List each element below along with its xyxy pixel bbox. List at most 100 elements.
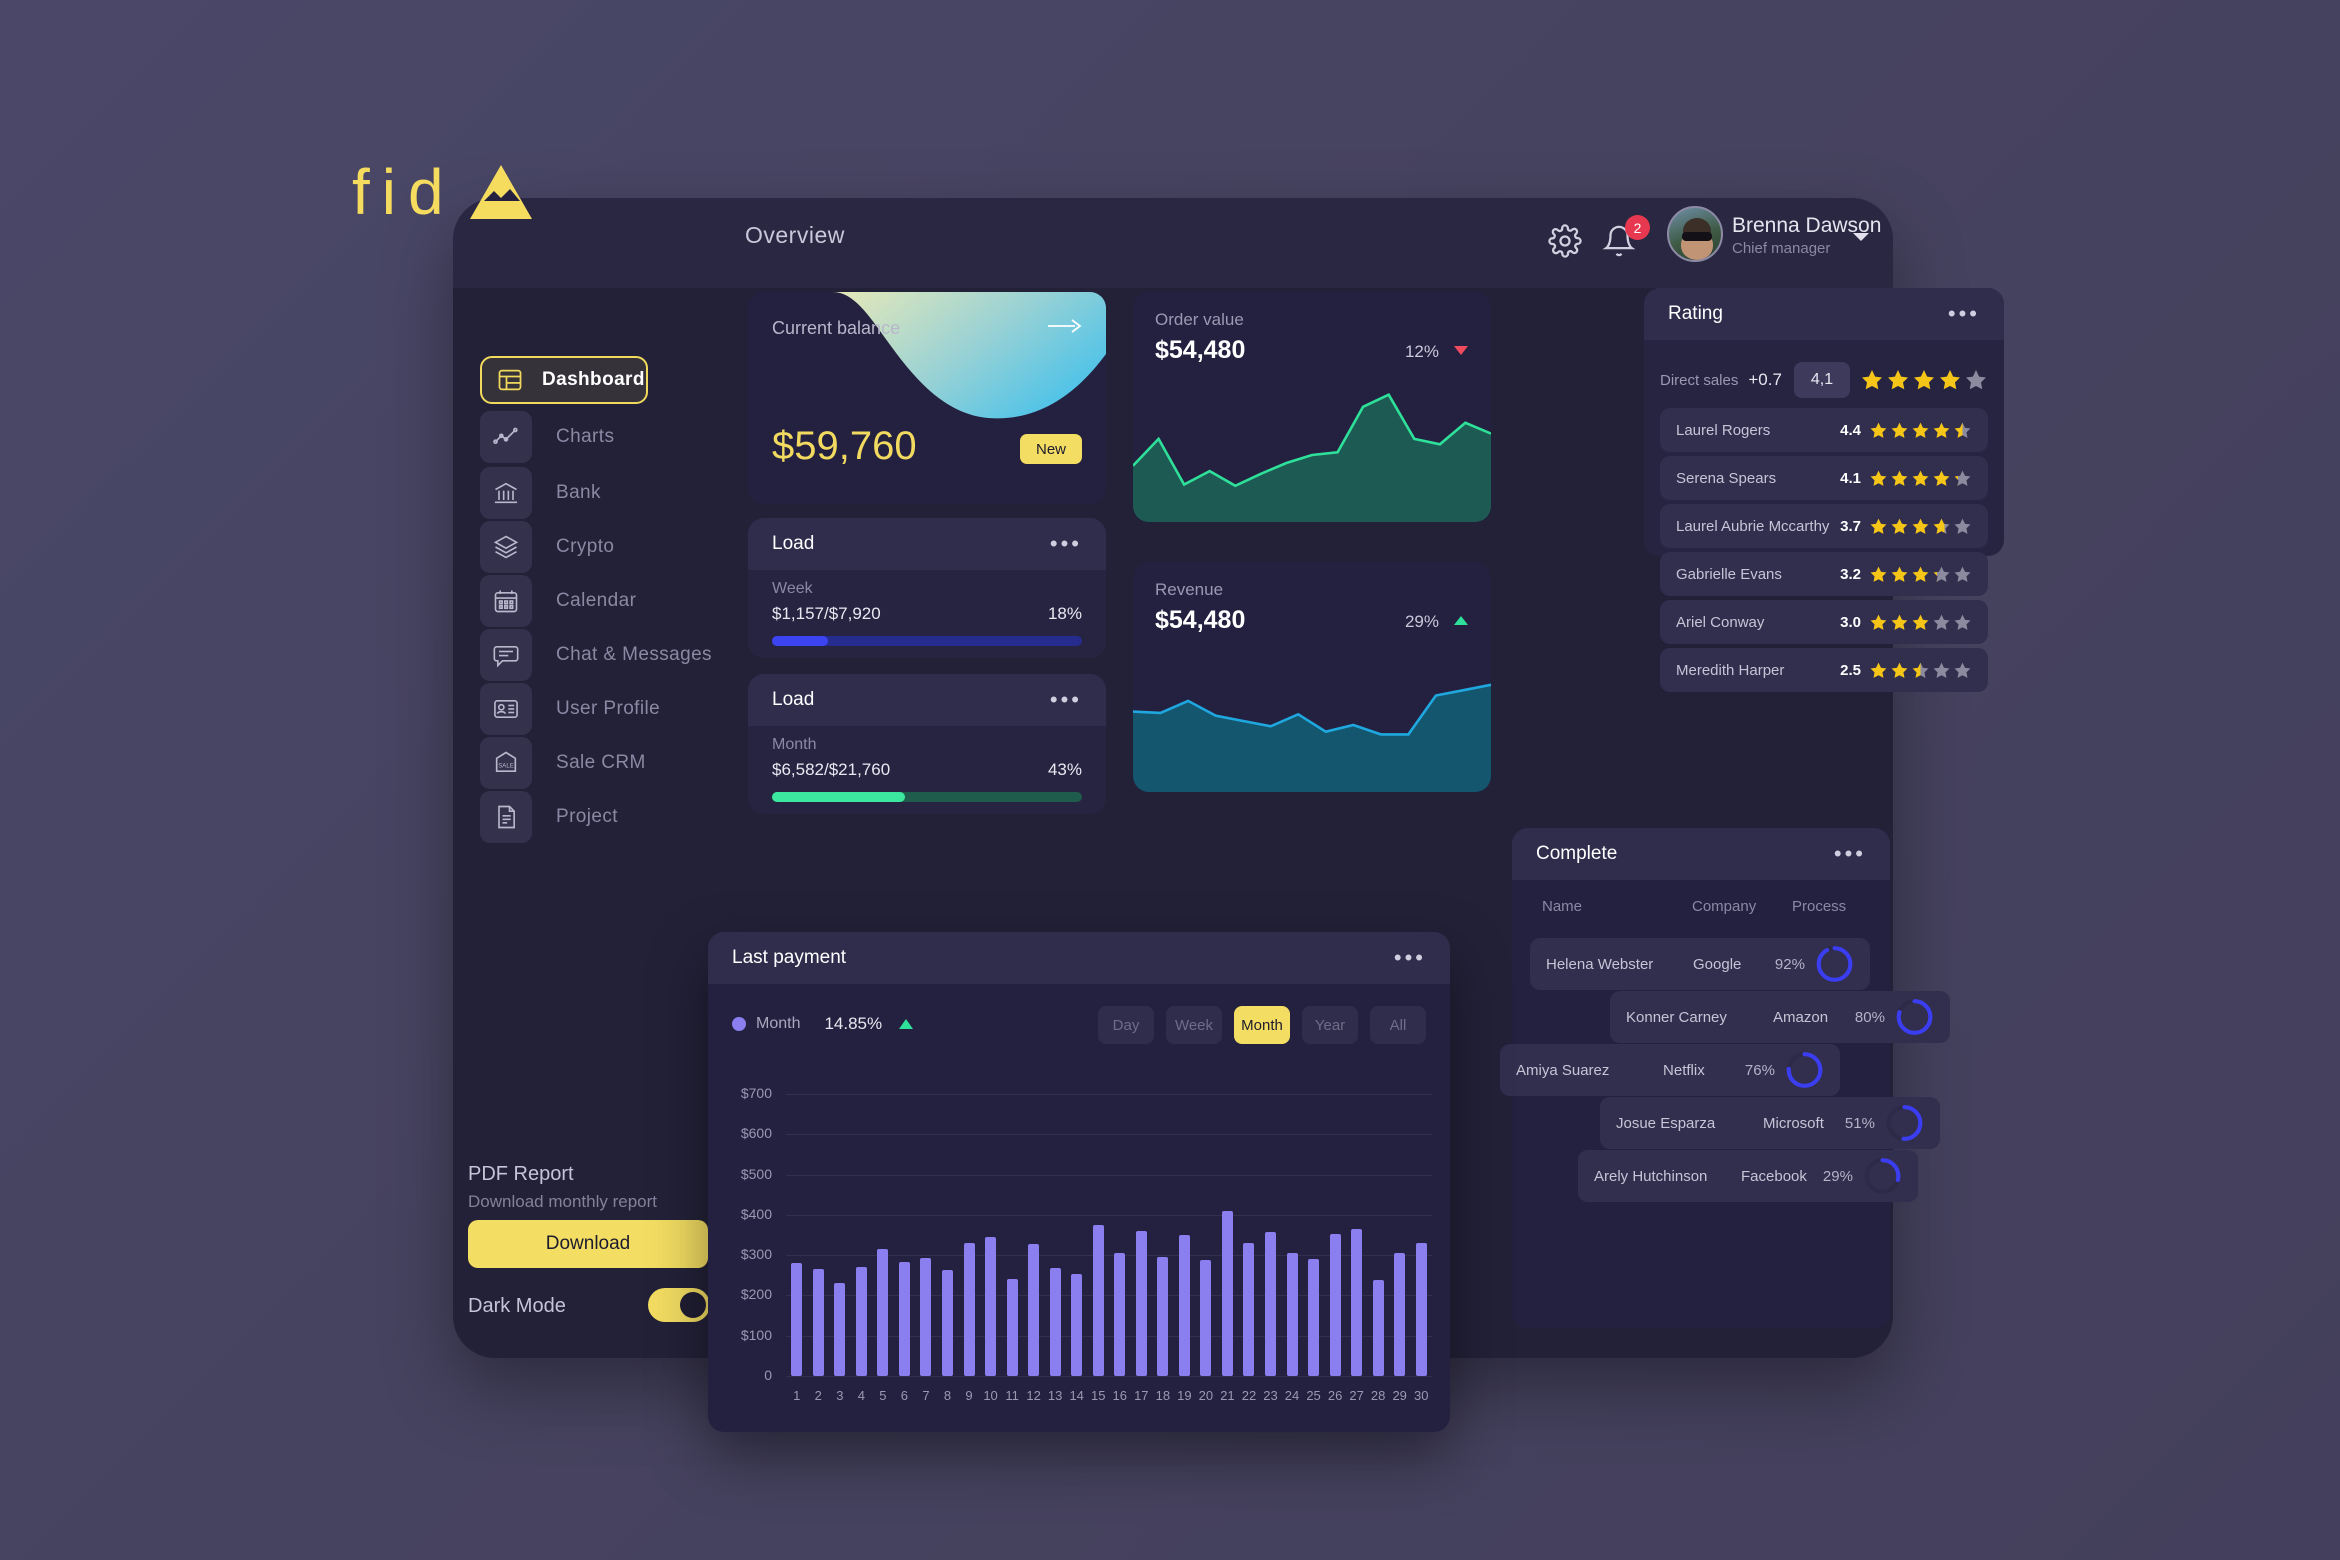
bar[interactable] (898, 1262, 910, 1376)
range-tab-week[interactable]: Week (1166, 1006, 1222, 1044)
balance-new-badge[interactable]: New (1020, 434, 1082, 464)
load-value: $1,157/$7,920 (772, 604, 881, 623)
star-icon (1891, 566, 1908, 582)
rating-chip[interactable]: 4,1 (1794, 362, 1850, 398)
bar[interactable] (1265, 1231, 1276, 1376)
bar[interactable] (963, 1243, 975, 1376)
page-title: Overview (745, 222, 845, 248)
bar[interactable] (1243, 1243, 1255, 1376)
rating-row[interactable]: Ariel Conway 3.0 (1660, 600, 1988, 644)
complete-row[interactable]: Arely Hutchinson Facebook 29% (1578, 1150, 1918, 1202)
bar[interactable] (1178, 1235, 1190, 1376)
y-axis-label: $100 (740, 1326, 772, 1343)
star-icon (1933, 518, 1950, 534)
last-payment-range-tabs: Day Week Month Year All (1098, 1006, 1426, 1044)
star-icon (1891, 422, 1908, 438)
bar[interactable] (1329, 1234, 1341, 1376)
bar[interactable] (1135, 1230, 1147, 1376)
complete-row[interactable]: Josue Esparza Microsoft 51% (1600, 1097, 1940, 1149)
arrow-right-icon[interactable] (1048, 318, 1082, 334)
sidebar-item-dashboard[interactable]: Dashboard (480, 356, 648, 404)
bar[interactable] (920, 1257, 932, 1376)
grid-line (786, 1094, 1432, 1095)
range-tab-day[interactable]: Day (1098, 1006, 1154, 1044)
rating-row[interactable]: Gabrielle Evans 3.2 (1660, 552, 1988, 596)
sidebar-item-calendar[interactable]: Calendar (480, 574, 730, 628)
bar[interactable] (1308, 1259, 1320, 1376)
star-rating (1869, 613, 1972, 632)
complete-more-icon[interactable]: ••• (1834, 843, 1866, 865)
bar[interactable] (791, 1263, 803, 1376)
sidebar-item-crypto[interactable]: Crypto (480, 520, 730, 574)
star-icon (1891, 614, 1908, 630)
complete-column-headers: Name Company Process (1512, 898, 1890, 915)
star-icon (1966, 370, 1986, 390)
bar[interactable] (1006, 1279, 1018, 1376)
rating-row[interactable]: Serena Spears 4.1 (1660, 456, 1988, 500)
sidebar-item-chat-messages[interactable]: Chat & Messages (480, 628, 730, 682)
bar[interactable] (1157, 1257, 1169, 1376)
bar[interactable] (1114, 1253, 1126, 1376)
legend-value: 14.85% (824, 1014, 883, 1033)
rating-row[interactable]: Meredith Harper 2.5 (1660, 648, 1988, 692)
bar[interactable] (942, 1270, 953, 1376)
bar[interactable] (1049, 1268, 1061, 1376)
range-tab-month[interactable]: Month (1234, 1006, 1290, 1044)
bar[interactable] (1200, 1259, 1212, 1376)
bar[interactable] (1028, 1243, 1040, 1376)
gear-icon[interactable] (1548, 224, 1582, 258)
sidebar-item-label: Project (556, 806, 618, 827)
bar[interactable] (834, 1283, 846, 1376)
x-axis-label: 19 (1177, 1388, 1192, 1403)
x-axis-label: 6 (900, 1388, 909, 1403)
complete-row[interactable]: Amiya Suarez Netflix 76% (1500, 1044, 1840, 1096)
sidebar-item-label: Chat & Messages (556, 644, 712, 665)
bar[interactable] (1372, 1280, 1384, 1376)
mini-chart-title: Order value (1155, 310, 1244, 329)
bar[interactable] (1286, 1253, 1298, 1376)
complete-row[interactable]: Helena Webster Google 92% (1530, 938, 1870, 990)
load-more-icon[interactable]: ••• (1050, 689, 1082, 711)
chat-icon (480, 629, 532, 681)
rating-row[interactable]: Laurel Rogers 4.4 (1660, 408, 1988, 452)
chevron-down-icon[interactable] (1852, 231, 1870, 243)
sidebar-item-project[interactable]: Project (480, 790, 730, 844)
last-payment-more-icon[interactable]: ••• (1394, 947, 1426, 969)
star-rating (1869, 661, 1972, 680)
bar[interactable] (1351, 1228, 1363, 1376)
bar[interactable] (1071, 1274, 1083, 1376)
bar[interactable] (1221, 1210, 1233, 1376)
bar[interactable] (855, 1267, 867, 1376)
rating-row[interactable]: Laurel Aubrie Mccarthy 3.7 (1660, 504, 1988, 548)
bar[interactable] (1394, 1253, 1406, 1376)
sidebar-item-bank[interactable]: Bank (480, 466, 730, 520)
bar[interactable] (1415, 1243, 1427, 1376)
x-axis-label: 14 (1069, 1388, 1084, 1403)
avatar[interactable] (1667, 206, 1723, 262)
sidebar-item-sale-crm[interactable]: SALE Sale CRM (480, 736, 730, 790)
download-button[interactable]: Download (468, 1220, 708, 1268)
pdf-report-title: PDF Report (468, 1163, 574, 1185)
last-payment-card: Last payment ••• Month 14.85% Day Week Mon… (708, 932, 1450, 1432)
trend-up-icon (899, 1019, 914, 1029)
star-icon (1933, 662, 1950, 678)
complete-row[interactable]: Konner Carney Amazon 80% (1610, 991, 1950, 1043)
sidebar-item-user-profile[interactable]: User Profile (480, 682, 730, 736)
x-axis-label: 1 (793, 1388, 801, 1403)
complete-percent: 76% (1744, 1061, 1775, 1079)
last-payment-bar-chart: $700 $600 $500 $400 $300 $200 $100 0 1 2 3 4 5 6 7 8 9 10… (708, 1082, 1450, 1422)
rating-name: Serena Spears (1676, 469, 1777, 487)
star-icon (1954, 470, 1971, 486)
range-tab-all[interactable]: All (1370, 1006, 1426, 1044)
load-more-icon[interactable]: ••• (1050, 533, 1082, 555)
bar[interactable] (1092, 1224, 1104, 1376)
rating-more-icon[interactable]: ••• (1948, 303, 1980, 325)
star-icon (1870, 566, 1887, 582)
brand-logo[interactable]: fid (352, 160, 532, 224)
sidebar-item-charts[interactable]: Charts (480, 410, 730, 464)
bar[interactable] (985, 1237, 997, 1376)
bar[interactable] (812, 1269, 824, 1376)
x-axis-label: 2 (814, 1388, 822, 1403)
bar[interactable] (877, 1249, 889, 1376)
range-tab-year[interactable]: Year (1302, 1006, 1358, 1044)
